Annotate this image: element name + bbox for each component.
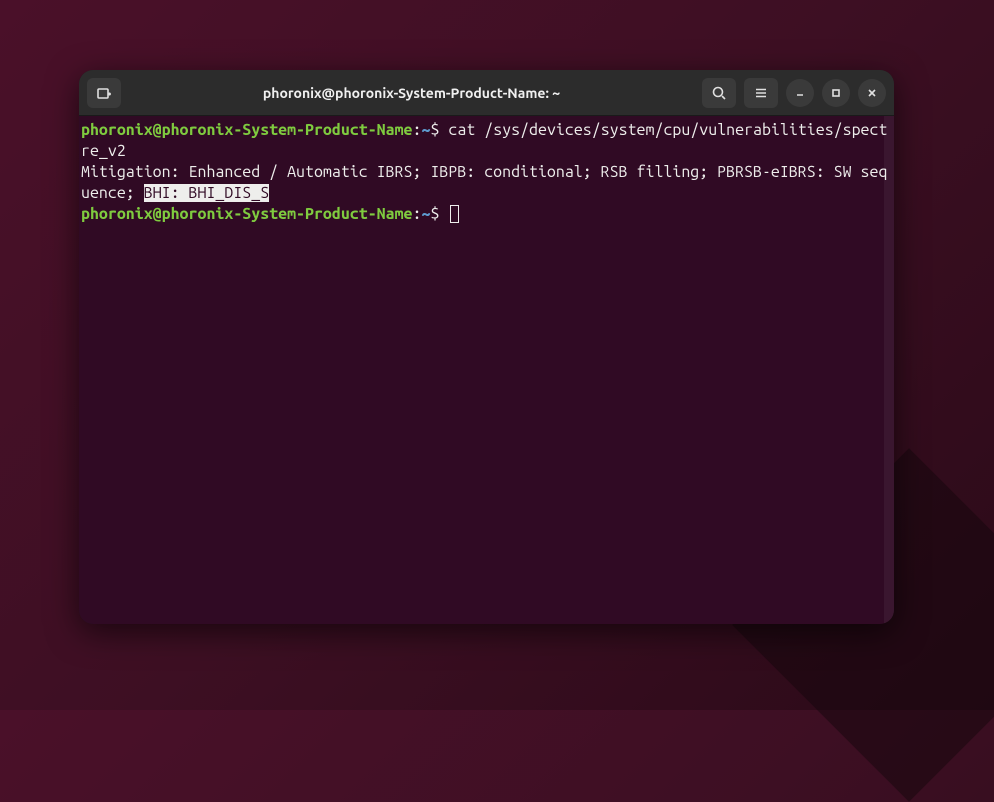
new-tab-icon bbox=[96, 85, 112, 101]
prompt-user-host: phoronix@phoronix-System-Product-Name bbox=[81, 121, 413, 139]
desktop-decoration-left bbox=[0, 0, 80, 200]
command-2 bbox=[439, 205, 448, 223]
maximize-icon bbox=[830, 87, 842, 99]
terminal-body[interactable]: phoronix@phoronix-System-Product-Name:~$… bbox=[79, 116, 894, 624]
prompt-user-host-2: phoronix@phoronix-System-Product-Name bbox=[81, 205, 413, 223]
titlebar-right-group bbox=[702, 78, 886, 108]
close-button[interactable] bbox=[858, 79, 886, 107]
window-title: phoronix@phoronix-System-Product-Name: ~ bbox=[129, 85, 694, 101]
terminal-window: phoronix@phoronix-System-Product-Name: ~ bbox=[79, 70, 894, 624]
minimize-button[interactable] bbox=[786, 79, 814, 107]
search-icon bbox=[711, 85, 727, 101]
maximize-button[interactable] bbox=[822, 79, 850, 107]
output-highlight: BHI: BHI_DIS_S bbox=[144, 184, 269, 202]
cursor bbox=[450, 205, 459, 223]
search-button[interactable] bbox=[702, 78, 736, 108]
new-tab-button[interactable] bbox=[87, 78, 121, 108]
menu-button[interactable] bbox=[744, 78, 778, 108]
close-icon bbox=[866, 87, 878, 99]
minimize-icon bbox=[794, 87, 806, 99]
prompt-separator-2: : bbox=[413, 205, 422, 223]
scrollbar[interactable] bbox=[884, 116, 894, 624]
prompt-separator: : bbox=[413, 121, 422, 139]
titlebar: phoronix@phoronix-System-Product-Name: ~ bbox=[79, 70, 894, 116]
terminal-content[interactable]: phoronix@phoronix-System-Product-Name:~$… bbox=[81, 120, 892, 225]
hamburger-icon bbox=[753, 85, 769, 101]
